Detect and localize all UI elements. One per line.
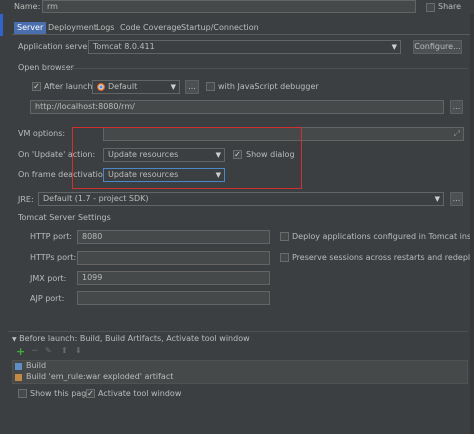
open-browser-separator [64,68,468,69]
jre-label: JRE: [18,195,34,204]
app-server-label: Application server: [18,42,94,51]
show-page-checkbox[interactable] [18,389,27,398]
show-page-label: Show this page [30,389,92,398]
tab-startup-connection[interactable]: Startup/Connection [178,22,262,34]
scrollbar[interactable] [470,14,474,434]
collapse-arrow-icon[interactable]: ▼ [12,336,17,343]
share-checkbox[interactable] [426,3,435,12]
add-icon[interactable]: + [16,345,25,358]
js-debugger-label: with JavaScript debugger [218,82,319,91]
left-gutter-marker [0,14,3,36]
chrome-icon [97,82,105,91]
tab-code-coverage[interactable]: Code Coverage [117,22,184,34]
url-field[interactable]: http://localhost:8080/rm/ [30,100,444,114]
deploy-apps-label: Deploy applications configured in Tomcat… [292,232,474,241]
tab-logs[interactable]: Logs [93,22,117,34]
share-label: Share [438,2,462,11]
tab-server[interactable]: Server [14,22,47,34]
tomcat-settings-title: Tomcat Server Settings [18,213,111,222]
chevron-down-icon: ▼ [391,43,397,51]
preserve-sessions-label: Preserve sessions across restarts and re… [292,253,474,262]
jmx-port-field[interactable]: 1099 [77,271,270,285]
https-port-field[interactable] [77,251,270,265]
name-field[interactable]: rm [42,0,416,13]
ajp-port-field[interactable] [77,291,270,305]
expand-icon: ⤢ [453,129,460,138]
build-icon [15,363,22,370]
chevron-down-icon: ▼ [434,195,440,203]
name-label: Name: [14,2,41,11]
after-launch-checkbox[interactable]: ✓ [32,82,41,91]
https-port-label: HTTPs port: [30,253,77,262]
move-down-icon[interactable]: ⬇ [75,346,82,355]
before-launch-list: Build Build 'em_rule:war exploded' artif… [12,360,468,384]
artifact-icon [15,374,22,381]
browser-select[interactable]: Default ▼ [92,80,180,94]
configure-button[interactable]: Configure... [413,40,462,54]
url-more-button[interactable]: ... [450,100,463,114]
activate-tool-checkbox[interactable]: ✓ [86,389,95,398]
jre-more-button[interactable]: ... [450,192,463,206]
jmx-port-label: JMX port: [30,274,67,283]
tabs-underline [12,34,472,35]
ajp-port-label: AJP port: [30,294,65,303]
edit-icon[interactable]: ✎ [45,346,52,355]
remove-icon[interactable]: − [31,346,39,356]
after-launch-label: After launch [44,82,93,91]
activate-tool-label: Activate tool window [98,389,182,398]
before-launch-title-text: Before launch: Build, Build Artifacts, A… [19,334,250,343]
preserve-sessions-checkbox[interactable] [280,253,289,262]
vm-options-label: VM options: [18,129,66,138]
app-server-select[interactable]: Tomcat 8.0.411 ▼ [88,40,401,54]
chevron-down-icon: ▼ [170,83,176,91]
before-launch-title: ▼ Before launch: Build, Build Artifacts,… [12,334,250,345]
deploy-apps-checkbox[interactable] [280,232,289,241]
browser-value: Default [108,82,138,91]
app-server-value: Tomcat 8.0.411 [93,42,155,51]
list-item[interactable]: Build [13,361,467,372]
http-port-field[interactable]: 8080 [77,230,270,244]
list-item-label: Build [26,361,47,370]
browser-more-button[interactable]: ... [185,80,199,94]
list-item-label: Build 'em_rule:war exploded' artifact [26,372,174,381]
move-up-icon[interactable]: ⬆ [61,346,68,355]
before-launch-separator [8,331,468,332]
http-port-label: HTTP port: [30,232,73,241]
js-debugger-checkbox[interactable] [206,82,215,91]
jre-select[interactable]: Default (1.7 - project SDK) ▼ [38,192,444,206]
list-item[interactable]: Build 'em_rule:war exploded' artifact [13,372,467,383]
jre-value: Default (1.7 - project SDK) [43,194,149,203]
before-launch-toolbar: + − ✎ ⬆ ⬇ [14,345,114,358]
highlight-box [72,127,302,189]
tab-deployment[interactable]: Deployment [45,22,100,34]
